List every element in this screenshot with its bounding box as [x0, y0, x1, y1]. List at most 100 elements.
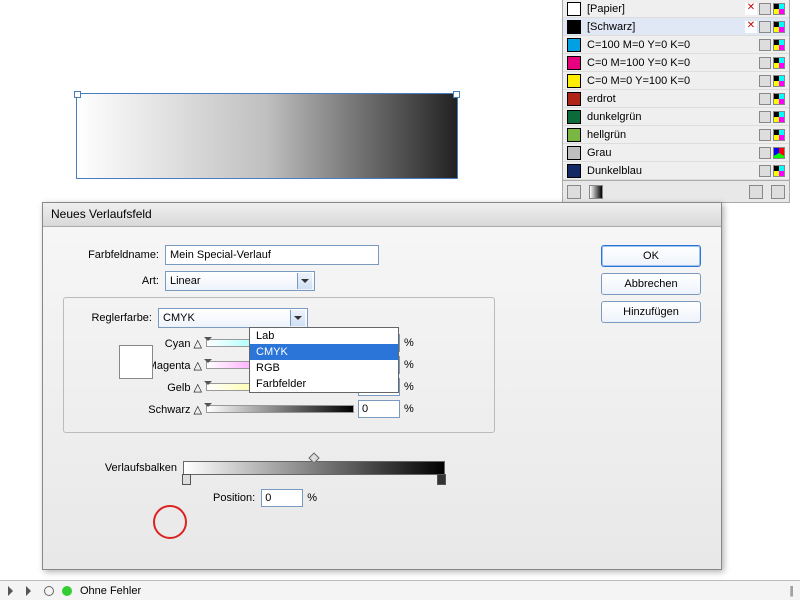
swatch-footer-icon[interactable]: [567, 185, 581, 199]
dropdown-option-lab[interactable]: Lab: [250, 328, 398, 344]
swatch-icons: [759, 93, 785, 105]
resize-grip-icon[interactable]: |||: [789, 585, 792, 597]
swatch-name-input[interactable]: [165, 245, 379, 265]
cancel-button[interactable]: Abbrechen: [601, 273, 701, 295]
yellow-label: Gelb △: [146, 381, 202, 394]
gradient-ramp-label: Verlaufsbalken: [87, 462, 177, 474]
chevron-down-icon: [297, 273, 312, 289]
position-label: Position:: [213, 492, 255, 504]
swatch-row[interactable]: Grau: [563, 144, 789, 162]
gradient-rectangle-object[interactable]: [76, 93, 458, 179]
position-input[interactable]: [261, 489, 303, 507]
swatch-row[interactable]: C=100 M=0 Y=0 K=0: [563, 36, 789, 54]
plain-icon: [759, 93, 771, 105]
plain-icon: [759, 129, 771, 141]
plain-icon: [759, 75, 771, 87]
gradient-stop-right[interactable]: [437, 474, 446, 485]
swatch-row[interactable]: hellgrün: [563, 126, 789, 144]
swatch-name: C=100 M=0 Y=0 K=0: [587, 39, 759, 51]
swatch-icons: [759, 39, 785, 51]
chevron-down-icon: [290, 310, 305, 326]
x-icon: ✕: [745, 21, 757, 33]
swatch-name: Dunkelblau: [587, 165, 759, 177]
cmyk-icon: [773, 21, 785, 33]
swatch-row[interactable]: Dunkelblau: [563, 162, 789, 180]
dropdown-option-swatches[interactable]: Farbfelder: [250, 376, 398, 392]
swatch-row[interactable]: C=0 M=100 Y=0 K=0: [563, 54, 789, 72]
swatch-icons: [759, 111, 785, 123]
swatch-color-chip: [567, 92, 581, 106]
plain-icon: [759, 147, 771, 159]
stop-color-dropdown[interactable]: Lab CMYK RGB Farbfelder: [249, 327, 399, 393]
swatch-color-chip: [567, 56, 581, 70]
step-icon[interactable]: [26, 586, 36, 596]
plain-icon: [759, 21, 771, 33]
dropdown-option-rgb[interactable]: RGB: [250, 360, 398, 376]
swatches-footer: [563, 180, 789, 202]
black-input[interactable]: [358, 400, 400, 418]
swatch-color-chip: [567, 110, 581, 124]
ok-button[interactable]: OK: [601, 245, 701, 267]
magenta-label: Magenta △: [146, 359, 202, 372]
annotation-circle: [153, 505, 187, 539]
loop-icon[interactable]: [44, 586, 54, 596]
swatch-color-chip: [567, 20, 581, 34]
cmyk-icon: [773, 57, 785, 69]
x-icon: ✕: [745, 3, 757, 15]
status-bar: Ohne Fehler |||: [0, 580, 800, 600]
gradient-ramp[interactable]: [183, 461, 445, 475]
plain-icon: [759, 165, 771, 177]
swatch-row[interactable]: [Papier]✕: [563, 0, 789, 18]
play-icon[interactable]: [8, 586, 18, 596]
rgb-icon: [773, 147, 785, 159]
new-gradient-dialog: Neues Verlaufsfeld Farbfeldname: Art: Li…: [42, 202, 722, 570]
swatch-icons: [759, 75, 785, 87]
gradient-stop-left[interactable]: [182, 474, 191, 485]
swatch-name: [Schwarz]: [587, 21, 745, 33]
name-label: Farbfeldname:: [63, 249, 159, 261]
dropdown-option-cmyk[interactable]: CMYK: [250, 344, 398, 360]
new-swatch-icon[interactable]: [749, 185, 763, 199]
swatch-name: C=0 M=100 Y=0 K=0: [587, 57, 759, 69]
black-label: Schwarz △: [146, 403, 202, 416]
swatch-name: C=0 M=0 Y=100 K=0: [587, 75, 759, 87]
black-slider[interactable]: [206, 405, 354, 413]
plain-icon: [759, 111, 771, 123]
stop-color-select[interactable]: CMYK: [158, 308, 308, 328]
swatch-footer-icon[interactable]: [589, 185, 603, 199]
status-text: Ohne Fehler: [80, 585, 141, 597]
add-button[interactable]: Hinzufügen: [601, 301, 701, 323]
trash-icon[interactable]: [771, 185, 785, 199]
cmyk-icon: [773, 93, 785, 105]
type-select[interactable]: Linear: [165, 271, 315, 291]
swatch-row[interactable]: C=0 M=0 Y=100 K=0: [563, 72, 789, 90]
cmyk-icon: [773, 165, 785, 177]
swatch-icons: [759, 165, 785, 177]
stop-color-label: Reglerfarbe:: [66, 312, 152, 324]
swatch-row[interactable]: erdrot: [563, 90, 789, 108]
swatch-color-chip: [567, 128, 581, 142]
swatch-name: dunkelgrün: [587, 111, 759, 123]
swatch-color-chip: [567, 38, 581, 52]
swatch-color-chip: [567, 146, 581, 160]
swatch-name: Grau: [587, 147, 759, 159]
cmyk-icon: [773, 75, 785, 87]
plain-icon: [759, 39, 771, 51]
cmyk-icon: [773, 129, 785, 141]
swatch-icons: ✕: [745, 21, 785, 33]
swatch-icons: [759, 147, 785, 159]
swatches-panel: [Papier]✕[Schwarz]✕C=100 M=0 Y=0 K=0C=0 …: [562, 0, 790, 203]
midpoint-handle[interactable]: [308, 452, 319, 463]
cmyk-icon: [773, 3, 785, 15]
swatch-icons: [759, 129, 785, 141]
cyan-label: Cyan △: [146, 337, 202, 350]
swatch-icons: ✕: [745, 3, 785, 15]
plain-icon: [759, 3, 771, 15]
cmyk-icon: [773, 39, 785, 51]
color-preview-swatch[interactable]: [119, 345, 153, 379]
swatch-row[interactable]: dunkelgrün: [563, 108, 789, 126]
swatch-row[interactable]: [Schwarz]✕: [563, 18, 789, 36]
swatch-name: [Papier]: [587, 3, 745, 15]
swatch-color-chip: [567, 2, 581, 16]
swatch-color-chip: [567, 74, 581, 88]
